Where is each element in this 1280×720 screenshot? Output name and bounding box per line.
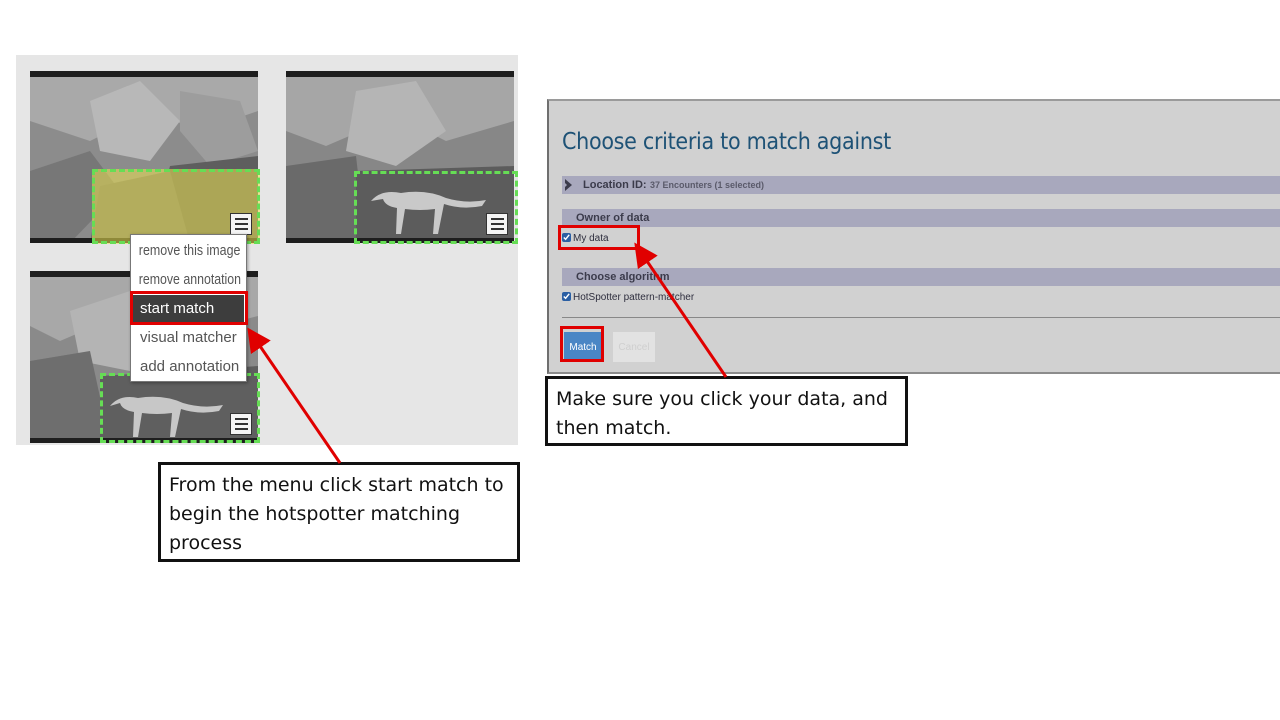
my-data-highlight — [558, 225, 640, 250]
callout-start-match: From the menu click start match to begin… — [158, 462, 520, 562]
menu-item-remove-image[interactable]: remove this image — [133, 237, 241, 264]
encounter-count: 37 Encounters (1 selected) — [650, 180, 765, 190]
photo-timestamp-strip — [30, 71, 258, 77]
callout-start-match-text: From the menu click start match to begin… — [169, 474, 504, 554]
photo-timestamp-strip — [286, 71, 514, 77]
owner-section-header: Owner of data — [562, 209, 1280, 227]
menu-item-add-annotation[interactable]: add annotation — [133, 353, 244, 380]
location-label: Location ID: — [583, 179, 647, 191]
image-gallery — [16, 55, 518, 445]
hamburger-menu-icon[interactable] — [230, 413, 252, 435]
menu-item-remove-annotation[interactable]: remove annotation — [133, 266, 241, 293]
start-match-highlight — [130, 291, 248, 325]
cancel-button[interactable]: Cancel — [613, 332, 655, 362]
hamburger-menu-icon[interactable] — [486, 213, 508, 235]
algorithm-section-label: Choose algorithm — [576, 271, 670, 283]
algorithm-section-header: Choose algorithm — [562, 268, 1280, 286]
hotspotter-option[interactable]: HotSpotter pattern-matcher — [562, 291, 694, 305]
callout-match-text: Make sure you click your data, and then … — [556, 388, 888, 439]
location-section-header[interactable]: Location ID: 37 Encounters (1 selected) — [562, 176, 1280, 194]
hotspotter-checkbox[interactable] — [562, 292, 571, 301]
match-button-highlight — [560, 326, 604, 362]
callout-match: Make sure you click your data, and then … — [545, 376, 908, 446]
menu-item-visual-matcher[interactable]: visual matcher — [133, 324, 244, 351]
hotspotter-label: HotSpotter pattern-matcher — [573, 292, 695, 303]
divider — [562, 317, 1280, 318]
dialog-title: Choose criteria to match against — [562, 129, 891, 155]
hamburger-menu-icon[interactable] — [230, 213, 252, 235]
chevron-right-icon — [563, 179, 572, 191]
match-criteria-dialog: Choose criteria to match against Locatio… — [547, 99, 1280, 374]
